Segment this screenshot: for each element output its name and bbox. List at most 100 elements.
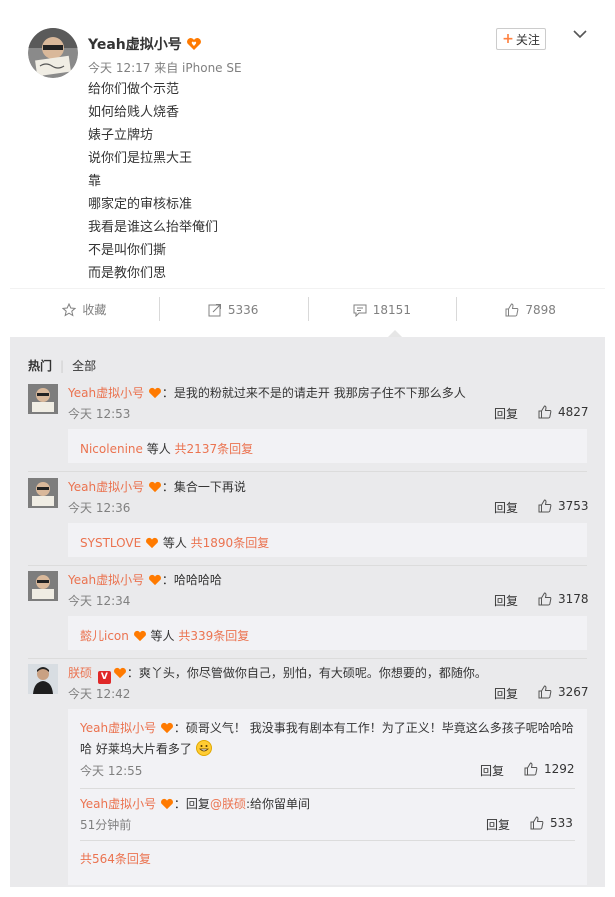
reply-count-link[interactable]: 共2137条回复 (175, 442, 254, 456)
comment-text: Yeah虚拟小号 ：是我的粉就过来不是的请走开 我那房子住不下那么多人 (68, 386, 466, 400)
vip-heart-badge-icon (144, 386, 162, 400)
comment-avatar[interactable] (28, 478, 58, 508)
divider (28, 658, 587, 659)
mention-link[interactable]: @朕硕 (210, 797, 246, 811)
comment-author[interactable]: Yeah虚拟小号 (68, 480, 144, 494)
post-line: 靠 (88, 174, 102, 189)
post-line: 说你们是拉黑大王 (88, 151, 193, 166)
post-line: 不是叫你们撕 (88, 243, 167, 258)
comment-pointer (388, 330, 402, 337)
comment-like-button[interactable]: 3753 (538, 499, 589, 513)
comment-time: 今天 12:36 (68, 501, 131, 515)
reply-time: 51分钟前 (80, 818, 132, 832)
reply-button[interactable]: 回复 (494, 405, 518, 422)
vip-heart-badge-icon (156, 797, 174, 811)
vip-heart-badge-icon: ♥ (186, 37, 202, 55)
vip-heart-badge-icon (129, 629, 147, 643)
divider (80, 840, 575, 841)
tab-all[interactable]: 全部 (72, 359, 96, 373)
grinning-emoji-icon (192, 740, 212, 756)
comment-avatar[interactable] (28, 571, 58, 601)
comment-text: 朕硕 V ：爽丫头，你尽管做你自己，别怕，有大硕呢。你想要的，都随你。 (68, 666, 487, 684)
like-button[interactable]: 7898 (456, 289, 605, 330)
comment-time: 今天 12:53 (68, 407, 131, 421)
nested-reply-text: Yeah虚拟小号 ：硕哥义气！ 我没事我有剧本有工作！为了正义！毕竟这么多孩子呢… (80, 721, 574, 756)
comment-like-button[interactable]: 4827 (538, 405, 589, 419)
vip-heart-badge-icon (141, 536, 159, 550)
post-line: 哪家定的审核标准 (88, 197, 193, 212)
comment-time: 今天 12:42 (68, 687, 131, 701)
post-line: 如何给贱人烧香 (88, 105, 180, 120)
reply-button[interactable]: 回复 (494, 592, 518, 609)
reply-button[interactable]: 回复 (486, 816, 510, 833)
comment-author[interactable]: 朕硕 (68, 666, 92, 680)
star-icon (62, 302, 77, 317)
post-line: 给你们做个示范 (88, 82, 180, 97)
comment-button[interactable]: 18151 (307, 289, 457, 330)
reply-user[interactable]: SYSTLOVE (80, 536, 141, 550)
thumbs-up-icon (538, 499, 552, 513)
plus-icon: + (502, 31, 514, 47)
vip-heart-badge-icon (144, 573, 162, 587)
comment-replies-summary[interactable]: SYSTLOVE 等人 共1890条回复 (68, 523, 587, 557)
comment-like-button[interactable]: 3267 (538, 685, 589, 699)
reply-button[interactable]: 回复 (480, 762, 504, 779)
reply-author[interactable]: Yeah虚拟小号 (80, 797, 156, 811)
author-avatar[interactable] (28, 28, 78, 78)
tab-separator: | (60, 359, 65, 373)
comment-text: Yeah虚拟小号 ：集合一下再说 (68, 480, 246, 494)
favorite-button[interactable]: 收藏 (10, 289, 159, 330)
reply-count-link[interactable]: 共339条回复 (178, 629, 249, 643)
post-line: 我看是谁这么抬举俺们 (88, 220, 219, 235)
post-source: 来自 iPhone SE (154, 61, 242, 75)
reply-button[interactable]: 回复 (494, 685, 518, 702)
more-replies-link[interactable]: 共564条回复 (80, 850, 151, 867)
thumbs-up-icon (538, 592, 552, 606)
reply-count-link[interactable]: 共1890条回复 (191, 536, 270, 550)
divider (80, 788, 575, 789)
repost-button[interactable]: 5336 (158, 289, 308, 330)
chevron-down-icon[interactable] (572, 26, 588, 42)
vip-heart-badge-icon (144, 480, 162, 494)
reply-author[interactable]: Yeah虚拟小号 (80, 721, 156, 735)
reply-like-button[interactable]: 533 (530, 816, 573, 830)
reply-user[interactable]: 懿儿icon (80, 629, 129, 643)
comment-replies-summary[interactable]: 懿儿icon 等人 共339条回复 (68, 616, 587, 650)
post-time[interactable]: 今天 12:17 (88, 61, 150, 75)
post-line: 而是教你们思 (88, 266, 167, 281)
reply-user[interactable]: Nicolenine (80, 442, 143, 456)
comment-author[interactable]: Yeah虚拟小号 (68, 573, 144, 587)
comment-time: 今天 12:34 (68, 594, 131, 608)
thumbs-up-icon (524, 762, 538, 776)
thumbs-up-icon (530, 816, 544, 830)
vip-heart-badge-icon (156, 721, 174, 735)
repost-icon (208, 303, 221, 316)
comment-replies-summary[interactable]: Nicolenine 等人 共2137条回复 (68, 429, 587, 463)
nested-replies-box: Yeah虚拟小号 ：硕哥义气！ 我没事我有剧本有工作！为了正义！毕竟这么多孩子呢… (68, 709, 587, 885)
post-line: 婊子立牌坊 (88, 128, 154, 143)
comment-text: Yeah虚拟小号 ：哈哈哈哈 (68, 573, 222, 587)
reply-like-button[interactable]: 1292 (524, 762, 575, 776)
reply-time: 今天 12:55 (80, 764, 143, 778)
nested-reply-text: Yeah虚拟小号 ：回复@朕硕:给你留单间 (80, 797, 310, 811)
thumbs-up-icon (505, 302, 519, 316)
thumbs-up-icon (538, 685, 552, 699)
comment-avatar[interactable] (28, 384, 58, 414)
post-body: 给你们做个示范 如何给贱人烧香 婊子立牌坊 说你们是拉黑大王 靠 哪家定的审核标… (88, 78, 218, 285)
svg-text:♥: ♥ (191, 41, 196, 48)
comment-avatar[interactable] (28, 664, 58, 694)
verified-v-icon: V (97, 671, 111, 684)
divider (28, 471, 587, 472)
vip-heart-badge-icon (113, 666, 127, 680)
tab-hot[interactable]: 热门 (28, 359, 52, 373)
thumbs-up-icon (538, 405, 552, 419)
author-name[interactable]: Yeah虚拟小号 ♥ (88, 34, 202, 55)
comment-tabs: 热门 | 全部 (28, 357, 96, 374)
comment-icon (353, 304, 367, 317)
follow-button[interactable]: + 关注 (496, 28, 546, 50)
comment-author[interactable]: Yeah虚拟小号 (68, 386, 144, 400)
divider (28, 565, 587, 566)
post-meta: 今天 12:17 来自 iPhone SE (88, 59, 242, 76)
reply-button[interactable]: 回复 (494, 499, 518, 516)
comment-like-button[interactable]: 3178 (538, 592, 589, 606)
